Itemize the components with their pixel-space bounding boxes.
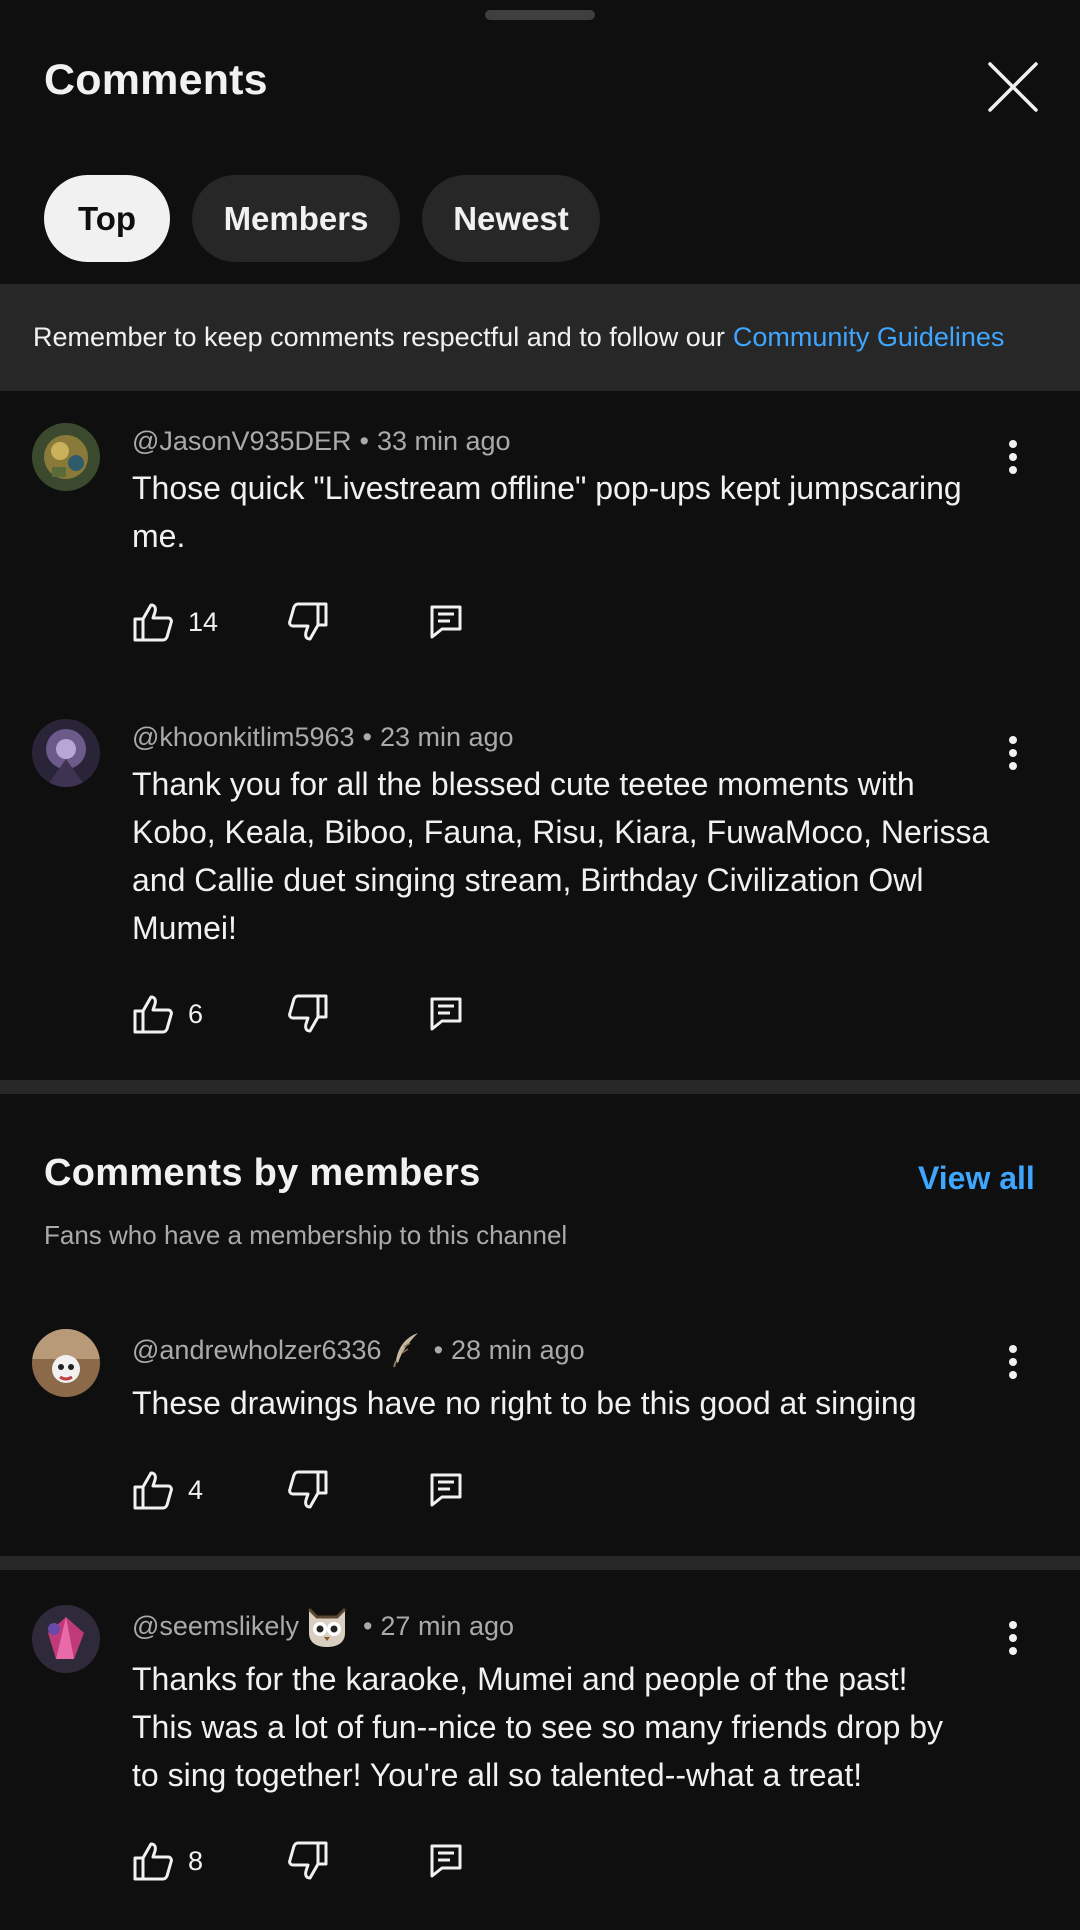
separator: • (362, 721, 372, 752)
comment-line: Kobo, Keala, Biboo, Fauna, Risu, Kiara, … (132, 814, 990, 850)
comment-line: to sing together! You're all so talented… (132, 1757, 863, 1793)
tab-members[interactable]: Members (192, 175, 400, 262)
like-count: 14 (188, 606, 219, 637)
thumb-down-icon (288, 1841, 328, 1880)
comment-line: me. (132, 518, 186, 554)
members-section-title: Comments by members (44, 1152, 481, 1194)
dislike-button[interactable] (287, 989, 329, 1039)
section-divider (0, 1556, 1080, 1570)
thumb-down-icon (288, 602, 328, 641)
comment-time: 27 min ago (380, 1610, 514, 1641)
view-all-link[interactable]: View all (918, 1160, 1035, 1197)
reply-button[interactable] (430, 1465, 462, 1515)
avatar[interactable] (32, 719, 100, 787)
like-button[interactable]: 8 (132, 1836, 203, 1886)
like-button[interactable]: 4 (132, 1465, 203, 1515)
more-vert-icon (1009, 1621, 1017, 1655)
thumb-down-icon (288, 994, 328, 1033)
comment-meta: @seemslikely • 27 min ago (132, 1602, 514, 1650)
drag-handle[interactable] (485, 10, 595, 20)
like-count: 6 (188, 998, 204, 1029)
avatar[interactable] (32, 423, 100, 491)
more-options-button[interactable] (995, 729, 1031, 777)
comment-time: 33 min ago (376, 425, 511, 456)
feather-badge-icon (392, 1331, 422, 1369)
comment-author[interactable]: @andrewholzer6336 (132, 1335, 382, 1366)
more-options-button[interactable] (995, 1614, 1031, 1662)
owl-badge-icon (303, 1603, 351, 1649)
reply-comment-icon (430, 997, 462, 1031)
comment-author[interactable]: @JasonV935DER (132, 426, 352, 457)
members-section-subtitle: Fans who have a membership to this chann… (44, 1220, 568, 1250)
reply-comment-icon (430, 1844, 462, 1878)
tab-newest[interactable]: Newest (422, 175, 600, 262)
comment-text: Those quick "Livestream offline" pop-ups… (132, 464, 1012, 560)
separator: • (359, 425, 369, 456)
more-options-button[interactable] (995, 1338, 1031, 1386)
thumb-up-icon (133, 1842, 173, 1881)
avatar[interactable] (32, 1605, 100, 1673)
comment-time: 23 min ago (379, 721, 514, 752)
comment-line: Mumei! (132, 910, 237, 946)
comment-line: This was a lot of fun--nice to see so ma… (132, 1709, 944, 1745)
comment-line: These drawings have no right to be this … (132, 1385, 917, 1421)
like-button[interactable]: 14 (132, 597, 218, 647)
comments-sheet: Comments Top Members Newest Remember to … (0, 0, 1080, 1930)
guidelines-text: Remember to keep comments respectful and… (33, 322, 725, 352)
thumb-up-icon (133, 995, 173, 1034)
more-options-button[interactable] (995, 433, 1031, 481)
comment-line: Thank you for all the blessed cute teete… (132, 766, 915, 802)
close-button[interactable] (982, 56, 1044, 118)
comment-meta: @andrewholzer6336 • 28 min ago (132, 1330, 585, 1370)
dislike-button[interactable] (287, 1465, 329, 1515)
thumb-down-icon (288, 1470, 328, 1509)
comment-author[interactable]: @khoonkitlim5963 (132, 722, 355, 753)
section-divider (0, 1080, 1080, 1094)
sort-tabs: Top Members Newest (44, 175, 600, 262)
avatar[interactable] (32, 1329, 100, 1397)
comment-line: Those quick "Livestream offline" pop-ups… (132, 470, 962, 506)
dislike-button[interactable] (287, 597, 329, 647)
comment-meta: @khoonkitlim5963 • 23 min ago (132, 720, 514, 754)
close-icon (988, 62, 1038, 112)
comment-text: Thank you for all the blessed cute teete… (132, 760, 1012, 952)
dislike-button[interactable] (287, 1836, 329, 1886)
guidelines-notice: Remember to keep comments respectful and… (0, 284, 1080, 391)
like-button[interactable]: 6 (132, 989, 203, 1039)
like-count: 4 (188, 1474, 204, 1505)
more-vert-icon (1009, 1345, 1017, 1379)
more-vert-icon (1009, 736, 1017, 770)
reply-comment-icon (430, 605, 462, 639)
reply-button[interactable] (430, 989, 462, 1039)
comment-text: Thanks for the karaoke, Mumei and people… (132, 1655, 1012, 1799)
thumb-up-icon (133, 1471, 173, 1510)
separator: • (362, 1610, 373, 1641)
comment-author[interactable]: @seemslikely (132, 1611, 299, 1642)
separator: • (433, 1334, 444, 1365)
comment-line: Thanks for the karaoke, Mumei and people… (132, 1661, 908, 1697)
tab-top[interactable]: Top (44, 175, 170, 262)
like-count: 8 (188, 1845, 204, 1876)
community-guidelines-link[interactable]: Community Guidelines (733, 322, 1005, 353)
comment-text: These drawings have no right to be this … (132, 1379, 1012, 1427)
comment-meta: @JasonV935DER • 33 min ago (132, 424, 511, 458)
page-title: Comments (44, 56, 268, 104)
comment-line: and Callie duet singing stream, Birthday… (132, 862, 924, 898)
reply-comment-icon (430, 1473, 462, 1507)
comment-time: 28 min ago (451, 1334, 585, 1365)
thumb-up-icon (133, 603, 173, 642)
reply-button[interactable] (430, 1836, 462, 1886)
more-vert-icon (1009, 440, 1017, 474)
reply-button[interactable] (430, 597, 462, 647)
